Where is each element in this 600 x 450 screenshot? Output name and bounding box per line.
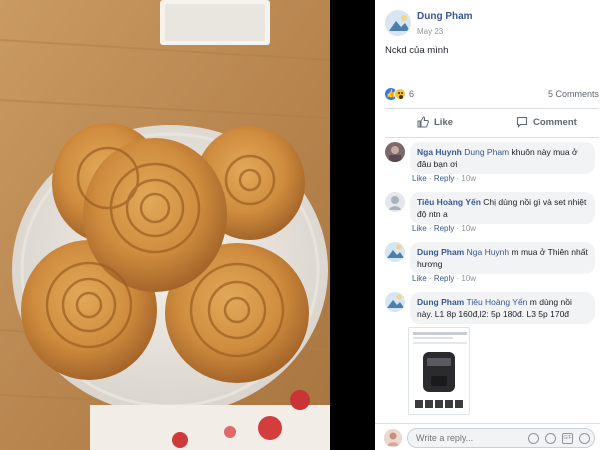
like-button[interactable]: Like xyxy=(417,112,453,132)
comment-actions: Like · Reply · 10w xyxy=(412,274,477,283)
wow-reaction-icon xyxy=(394,88,406,100)
commenter-name[interactable]: Dung Pham xyxy=(417,297,464,307)
reply-tools: GIF xyxy=(528,433,590,444)
current-user-avatar[interactable] xyxy=(384,429,402,447)
comment-like-link[interactable]: Like xyxy=(412,174,427,183)
commenter-name[interactable]: Nga Huynh xyxy=(417,147,462,157)
air-fryer-screenshot xyxy=(409,328,469,414)
comment-bubble: Dung Pham Tiêu Hoàng Yến m dùng nồi này.… xyxy=(410,292,595,324)
post-text: Nckd của mình xyxy=(385,45,449,56)
post-viewer: Dung Pham May 23 Nckd của mình 👍 6 5 Com… xyxy=(0,0,600,450)
emoji-icon[interactable] xyxy=(528,433,539,444)
author-avatar[interactable] xyxy=(385,10,411,36)
post-header: Dung Pham May 23 xyxy=(385,8,595,40)
comment-actions: Like · Reply · 10w xyxy=(412,224,477,233)
commenter-name[interactable]: Tiêu Hoàng Yến xyxy=(417,197,481,207)
comment-time[interactable]: 10w xyxy=(461,274,476,283)
comment-attachment-image[interactable] xyxy=(408,327,470,415)
commenter-avatar[interactable] xyxy=(385,192,405,212)
divider xyxy=(385,137,599,138)
viewer-gutter xyxy=(330,0,375,450)
comments-count[interactable]: 5 Comments xyxy=(548,89,599,99)
thumbs-up-icon xyxy=(417,116,429,128)
commenter-avatar[interactable] xyxy=(385,142,405,162)
post-photo[interactable] xyxy=(0,0,330,450)
tagged-user[interactable]: Nga Huynh xyxy=(467,247,510,257)
post-author-name[interactable]: Dung Pham xyxy=(417,11,473,22)
like-button-label: Like xyxy=(434,116,454,128)
post-date[interactable]: May 23 xyxy=(417,27,443,36)
reactions-summary[interactable]: 👍 6 5 Comments xyxy=(385,88,599,102)
comment-button[interactable]: Comment xyxy=(516,112,577,132)
comment-icon xyxy=(516,116,528,128)
comment-reply-link[interactable]: Reply xyxy=(434,224,454,233)
comment-actions: Like · Reply · 10w xyxy=(412,174,477,183)
reactions-count[interactable]: 6 xyxy=(409,89,414,99)
reply-composer: GIF xyxy=(375,423,600,450)
comment-time[interactable]: 10w xyxy=(461,224,476,233)
comment-bubble: Nga Huynh Dung Pham khuôn này mua ở đâu … xyxy=(410,142,595,174)
divider xyxy=(385,108,599,109)
comment-reply-link[interactable]: Reply xyxy=(434,174,454,183)
gif-icon[interactable]: GIF xyxy=(562,433,573,444)
tagged-user[interactable]: Dung Pham xyxy=(464,147,509,157)
commenter-name[interactable]: Dung Pham xyxy=(417,247,464,257)
comment-like-link[interactable]: Like xyxy=(412,274,427,283)
comment-bubble: Tiêu Hoàng Yến Chị dùng nồi gì và set nh… xyxy=(410,192,595,224)
comment-bubble: Dung Pham Nga Huynh m mua ở Thiên nhất h… xyxy=(410,242,595,274)
commenter-avatar[interactable] xyxy=(385,242,405,262)
sticker-icon[interactable] xyxy=(579,433,590,444)
comment-like-link[interactable]: Like xyxy=(412,224,427,233)
mooncakes-photo xyxy=(0,0,330,450)
commenter-avatar[interactable] xyxy=(385,292,405,312)
post-side-panel: Dung Pham May 23 Nckd của mình 👍 6 5 Com… xyxy=(375,0,600,450)
comment-button-label: Comment xyxy=(533,116,577,128)
comment-time[interactable]: 10w xyxy=(461,174,476,183)
tagged-user[interactable]: Tiêu Hoàng Yến xyxy=(466,297,527,307)
camera-icon[interactable] xyxy=(545,433,556,444)
comment-reply-link[interactable]: Reply xyxy=(434,274,454,283)
